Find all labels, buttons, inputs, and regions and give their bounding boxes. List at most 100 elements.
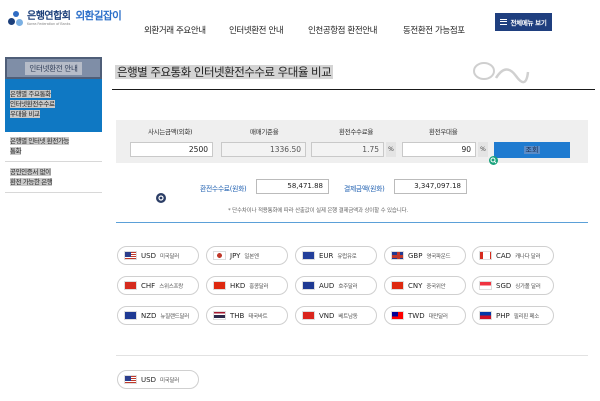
amount-input[interactable]: 2500 [130, 142, 213, 157]
sidebar-item-line: 은행별 인터넷 환전가능 [10, 137, 70, 145]
currency-button-aud[interactable]: AUD 호주달러 [295, 276, 377, 295]
currency-button-cny[interactable]: CNY 중국위안 [384, 276, 466, 295]
sidebar-item-line: 인터넷환전수수료 [10, 100, 55, 108]
payment-result-field: 3,347,097.18 [394, 179, 467, 194]
currency-name: 미국달러 [159, 253, 180, 260]
eu-flag-icon [302, 251, 315, 260]
currency-name: 대만달러 [428, 313, 448, 320]
page-title: 은행별 주요통화 인터넷환전수수료 우대율 비교 [115, 65, 334, 79]
bottom-divider [116, 355, 588, 356]
sg-flag-icon [479, 281, 492, 290]
discount-percent: % [478, 142, 488, 157]
disclaimer-note: * 단수차이나 적용통화에 따라 산출값이 실제 은행 결제금액과 상이할 수 … [228, 208, 408, 214]
all-menu-button[interactable]: 전체메뉴 보기 [495, 13, 552, 31]
au-flag-icon [302, 281, 315, 290]
hamburger-icon [500, 19, 508, 25]
currency-name: 홍콩달러 [249, 283, 269, 290]
sidebar-item-currencies[interactable]: 은행별 인터넷 환전가능 통화 [5, 132, 102, 162]
sidebar-item-no-certificate[interactable]: 공인인증서 없이 환전 가능한 은행 [5, 162, 102, 193]
vn-flag-icon [302, 311, 315, 320]
currency-button-eur[interactable]: EUR 유럽유로 [295, 246, 377, 265]
nav-item-internet-exchange[interactable]: 인터넷환전 안내 [229, 24, 284, 36]
currency-code: PHP [496, 311, 510, 320]
currency-button-usd[interactable]: USD 미국달러 [117, 246, 199, 265]
currency-button-cad[interactable]: CAD 캐나다 달러 [472, 246, 554, 265]
zoom-icon [489, 156, 498, 165]
sidebar-item-line: 은행별 주요통화 [10, 90, 51, 98]
currency-name: 미국달러 [159, 377, 180, 384]
currency-button-chf[interactable]: CHF 스위스프랑 [117, 276, 199, 295]
th-flag-icon [213, 311, 226, 320]
logo-mark-icon [8, 11, 24, 29]
currency-name: 유럽유로 [337, 253, 357, 260]
currency-button-twd[interactable]: TWD 대만달러 [384, 306, 466, 325]
amount-label: 사시는금액(외화) [148, 128, 193, 136]
ca-flag-icon [479, 251, 492, 260]
nav-item-fx-guide[interactable]: 외환거래 주요안내 [144, 24, 206, 36]
fee-result-label: 환전수수료(원화) [200, 185, 247, 193]
payment-result-label: 결제금액(원화) [344, 185, 385, 193]
sidebar-item-line: 통화 [10, 147, 22, 155]
search-button[interactable]: 조회 [494, 142, 570, 158]
ph-flag-icon [479, 311, 492, 320]
discount-input[interactable]: 90 [402, 142, 476, 157]
currency-code: USD [141, 251, 156, 260]
currency-button-vnd[interactable]: VND 베트남동 [295, 306, 377, 325]
us-flag-icon [124, 251, 137, 260]
currency-button-jpy[interactable]: JPY 일본엔 [206, 246, 288, 265]
logo[interactable]: 은행연합회 Korea Federation of Banks 외환길잡이 [8, 10, 122, 29]
currency-code: AUD [319, 281, 335, 290]
logo-sub: Korea Federation of Banks [27, 22, 71, 26]
sidebar: 인터넷환전 안내 은행별 주요통화 인터넷환전수수료 우대율 비교 은행별 인터… [5, 57, 102, 193]
selected-currency-usd[interactable]: USD 미국달러 [117, 370, 199, 389]
sidebar-item-line: 우대율 비교 [10, 110, 40, 118]
currency-button-nzd[interactable]: NZD 뉴질랜드달러 [117, 306, 199, 325]
currency-name: 태국바트 [248, 313, 268, 320]
currency-button-php[interactable]: PHP 필리핀 페소 [472, 306, 554, 325]
logo-org: 은행연합회 [27, 11, 71, 22]
fee-rate-field: 1.75 [311, 142, 384, 157]
currency-name: 영국파운드 [426, 253, 451, 260]
currency-code: EUR [319, 251, 334, 260]
gb-flag-icon [391, 251, 404, 260]
currency-name: 호주달러 [338, 283, 358, 290]
currency-name: 베트남동 [338, 313, 358, 320]
hk-flag-icon [213, 281, 226, 290]
currency-button-thb[interactable]: THB 태국바트 [206, 306, 288, 325]
currency-name: 중국위안 [426, 283, 446, 290]
currency-code: JPY [230, 251, 241, 260]
base-rate-field: 1336.50 [221, 142, 306, 157]
section-divider [116, 222, 588, 223]
logo-service: 외환길잡이 [75, 10, 122, 22]
currency-code: USD [141, 375, 156, 384]
currency-code: GBP [408, 251, 423, 260]
currency-name: 일본엔 [244, 253, 259, 260]
currency-button-hkd[interactable]: HKD 홍콩달러 [206, 276, 288, 295]
discount-label: 환전우대율 [429, 128, 458, 136]
currency-code: THB [230, 311, 245, 320]
currency-code: CHF [141, 281, 156, 290]
jp-flag-icon [213, 251, 226, 260]
currency-name: 스위스프랑 [159, 283, 183, 290]
sidebar-item-line: 공인인증서 없이 [10, 168, 51, 176]
header: 은행연합회 Korea Federation of Banks 외환길잡이 외환… [0, 0, 600, 48]
nav-item-coin-exchange[interactable]: 동전환전 가능점포 [403, 24, 465, 36]
currency-button-gbp[interactable]: GBP 영국파운드 [384, 246, 466, 265]
currency-name: 뉴질랜드달러 [160, 313, 189, 320]
title-divider [112, 89, 595, 90]
currency-name: 필리핀 페소 [513, 313, 540, 320]
fee-rate-label: 환전수수료율 [339, 128, 374, 136]
currency-code: CAD [496, 251, 512, 260]
currency-name: 싱가폴 달러 [515, 283, 541, 290]
nav-item-incheon-airport[interactable]: 인천공항점 환전안내 [308, 24, 377, 36]
currency-button-sgd[interactable]: SGD 싱가폴 달러 [472, 276, 554, 295]
base-rate-label: 매매기준율 [250, 128, 279, 136]
all-menu-label: 전체메뉴 보기 [510, 19, 547, 27]
sidebar-item-fee-comparison[interactable]: 은행별 주요통화 인터넷환전수수료 우대율 비교 [5, 79, 102, 132]
settings-gear-icon[interactable] [156, 193, 166, 203]
nz-flag-icon [124, 311, 137, 320]
decorative-stamp-icon [472, 58, 530, 86]
ch-flag-icon [124, 281, 137, 290]
cn-flag-icon [391, 281, 404, 290]
fee-rate-percent: % [386, 142, 396, 157]
